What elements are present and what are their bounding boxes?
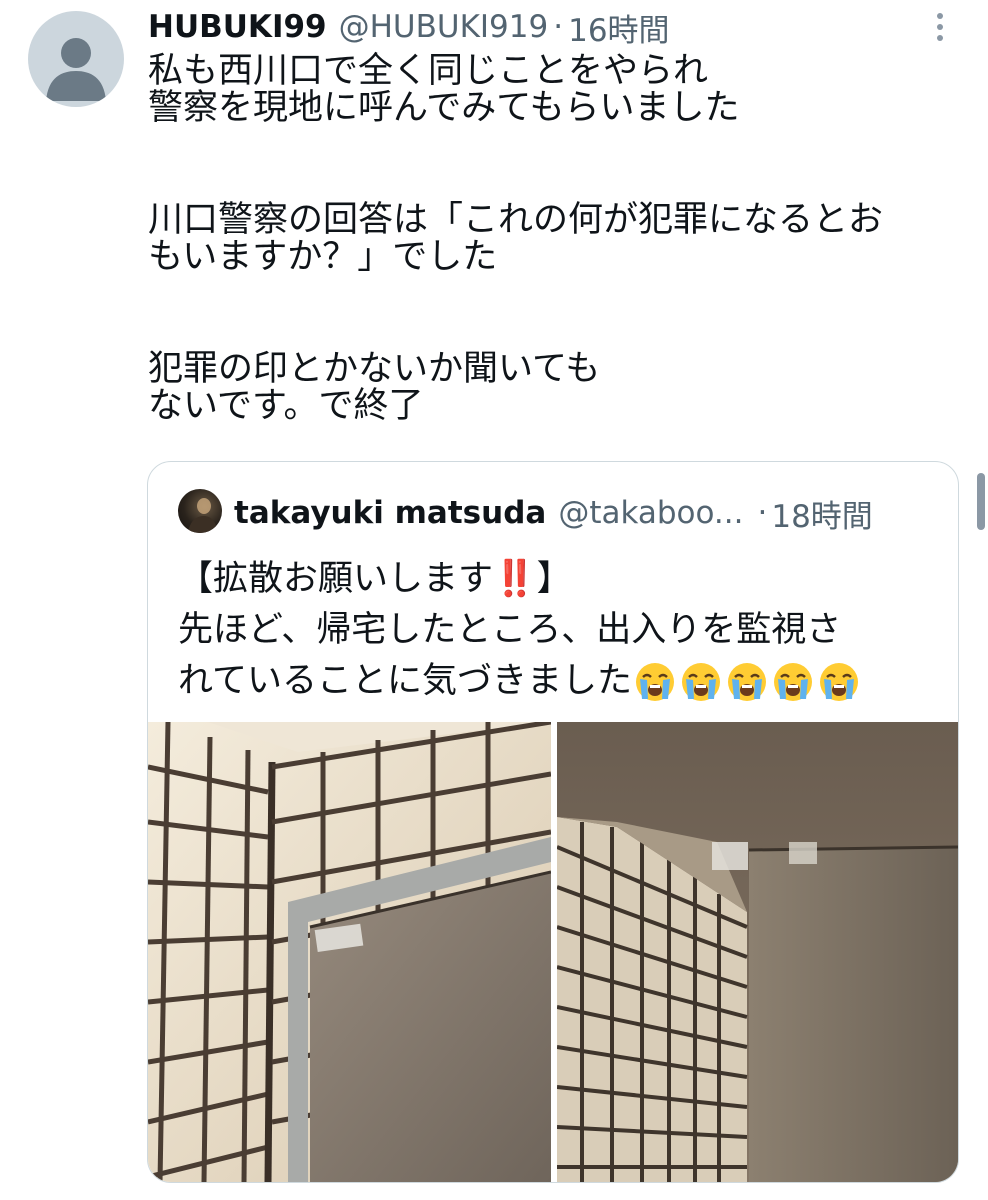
tweet-header: HUBUKI99 @HUBUKI919 · 16時間 xyxy=(148,4,670,50)
tweet-text: 私も西川口で全く同じことをやられ 警察を現地に呼んでみてもらいました 川口警察の… xyxy=(148,53,968,425)
quoted-text-segment: 】 xyxy=(536,559,572,599)
tweet-text-line: 犯罪の印とかないか聞いても xyxy=(148,349,601,389)
default-avatar[interactable] xyxy=(28,11,124,107)
media-image-left[interactable] xyxy=(148,722,551,1182)
timestamp[interactable]: 16時間 xyxy=(568,5,669,50)
quoted-display-name: takayuki matsuda xyxy=(234,495,547,531)
loudly-crying-face-icon xyxy=(635,663,674,701)
user-handle[interactable]: @HUBUKI919 xyxy=(339,9,549,45)
tweet-text-line: もいますか？」でした xyxy=(148,237,498,277)
separator-dot: · xyxy=(553,9,564,45)
display-name[interactable]: HUBUKI99 xyxy=(148,9,327,45)
quoted-text-line: 先ほど、帰宅したところ、出入りを監視さ xyxy=(178,610,842,650)
scrollbar-thumb[interactable] xyxy=(977,473,985,530)
tweet[interactable]: HUBUKI99 @HUBUKI919 · 16時間 私も西川口で全く同じことを… xyxy=(0,0,988,1200)
tweet-text-line: 川口警察の回答は「これの何が犯罪になるとお xyxy=(148,200,884,240)
door-top-tape-photo xyxy=(557,722,958,1182)
quoted-text-segment: 【拡散お願いします xyxy=(178,559,494,599)
quoted-tweet-text: 【拡散お願いします‼️】 先ほど、帰宅したところ、出入りを監視さ れていることに… xyxy=(178,554,948,707)
separator-dot: · xyxy=(757,495,768,531)
quoted-media xyxy=(148,722,958,1182)
quoted-user-handle: @takaboo... xyxy=(558,495,744,531)
tweet-text-line: ないです。で終了 xyxy=(148,386,424,426)
quoted-text-line: れていることに気づきました xyxy=(178,656,948,707)
loudly-crying-face-icon xyxy=(727,663,766,701)
loudly-crying-face-icon xyxy=(819,663,858,701)
tweet-text-line: 警察を現地に呼んでみてもらいました xyxy=(148,88,740,128)
loudly-crying-face-icon xyxy=(681,663,720,701)
quoted-text-line: 【拡散お願いします‼️】 xyxy=(178,554,948,605)
tiled-wall-door-photo xyxy=(148,722,551,1182)
quoted-timestamp: 18時間 xyxy=(771,498,873,535)
tweet-text-line: 私も西川口で全く同じことをやられ xyxy=(148,51,709,91)
more-options-icon[interactable] xyxy=(926,10,954,46)
loudly-crying-face-icon xyxy=(773,663,812,701)
quoted-user-avatar xyxy=(178,489,222,533)
quoted-tweet-header: takayuki matsuda @takaboo... · 18時間 xyxy=(234,490,873,536)
quoted-tweet[interactable]: takayuki matsuda @takaboo... · 18時間 【拡散お… xyxy=(147,461,959,1183)
media-image-right[interactable] xyxy=(557,722,958,1182)
double-exclamation-icon: ‼️ xyxy=(493,559,537,599)
emoji-row xyxy=(634,661,864,703)
quoted-text-segment: れていることに気づきました xyxy=(178,661,632,701)
person-silhouette-icon xyxy=(46,38,106,101)
